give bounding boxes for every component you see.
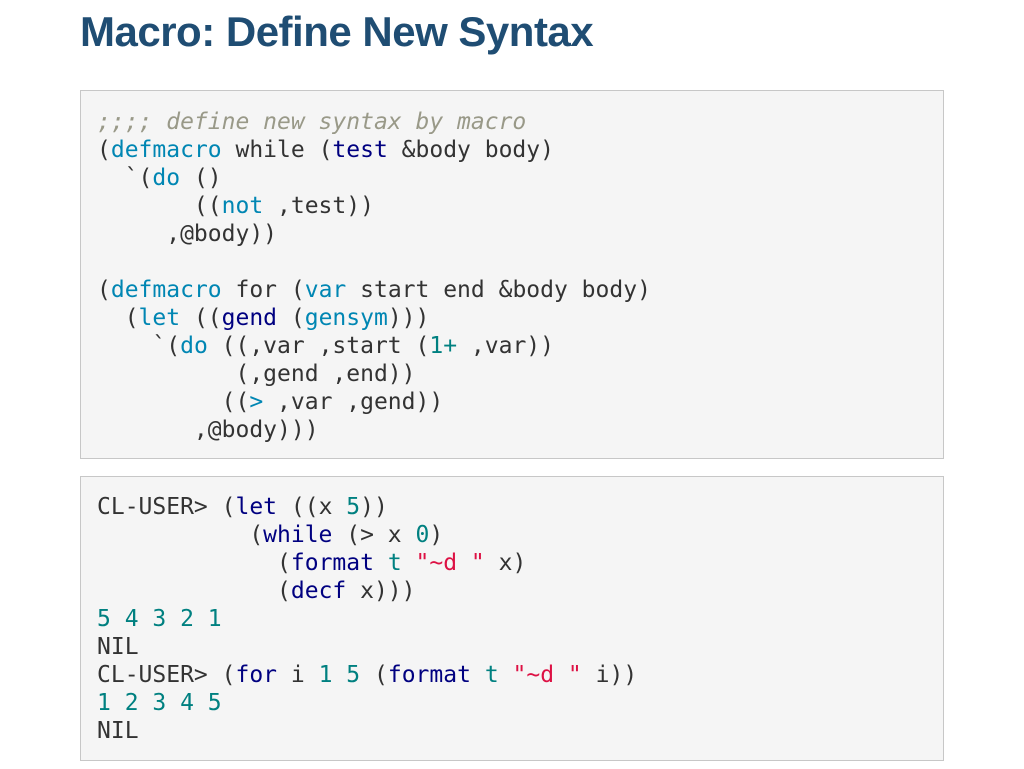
code-token: ( — [360, 662, 388, 688]
code-line: 1 2 3 4 5 — [97, 689, 637, 717]
code-token: ( — [97, 305, 139, 331]
code-token: i — [277, 662, 319, 688]
code-token: ,@body))) — [97, 417, 319, 443]
code-token: > — [249, 389, 264, 415]
code-token: gend — [221, 305, 278, 331]
code-token: x) — [484, 550, 527, 576]
code-line: (defmacro while (test &body body) — [97, 136, 651, 164]
code-token: ((,var ,start ( — [207, 333, 430, 359]
code-line: ((not ,test)) — [97, 192, 651, 220]
code-token: ( — [97, 277, 111, 303]
code-token: for — [235, 662, 278, 688]
repl-listing: CL-USER> (let ((x 5)) (while (> x 0) (fo… — [97, 493, 637, 745]
code-token: defmacro — [110, 277, 222, 303]
code-token: CL-USER> ( — [97, 494, 236, 520]
code-token: 1 — [318, 662, 333, 688]
code-token: (> x — [332, 522, 416, 548]
code-token: () — [180, 165, 222, 191]
code-token: ))) — [387, 305, 430, 331]
code-token: CL-USER> ( — [97, 662, 236, 688]
code-line: `(do () — [97, 164, 651, 192]
code-token: ((x — [277, 494, 347, 520]
code-token: decf — [290, 578, 347, 604]
code-token: "~d " — [512, 662, 582, 688]
code-token: ,@body)) — [97, 221, 278, 247]
code-token: 0 — [415, 522, 430, 548]
code-token: ,test)) — [263, 193, 374, 219]
code-token: not — [221, 193, 264, 219]
code-token: ( — [97, 578, 291, 604]
code-token: format — [387, 662, 471, 688]
code-line: (decf x))) — [97, 577, 637, 605]
code-token: ( — [277, 305, 305, 331]
code-token: ,var ,gend)) — [263, 389, 444, 415]
code-line: (defmacro for (var start end &body body) — [97, 276, 651, 304]
code-line: (format t "~d " x) — [97, 549, 637, 577]
code-token: do — [180, 333, 208, 359]
code-line: 5 4 3 2 1 — [97, 605, 637, 633]
code-token: ) — [429, 522, 444, 548]
code-token: ( — [97, 550, 291, 576]
code-line: `(do ((,var ,start (1+ ,var)) — [97, 332, 651, 360]
code-token: 1+ — [429, 333, 458, 359]
code-token: do — [152, 165, 181, 191]
code-line: (,gend ,end)) — [97, 360, 651, 388]
macro-definition-code-block: ;;;; define new syntax by macro (defmacro… — [80, 90, 944, 459]
code-token: i)) — [581, 662, 638, 688]
code-line: (let ((gend (gensym))) — [97, 304, 651, 332]
code-token: for ( — [221, 277, 305, 303]
code-line: CL-USER> (for i 1 5 (format t "~d " i)) — [97, 661, 637, 689]
code-token: gensym — [304, 305, 388, 331]
code-token: (,gend ,end)) — [97, 361, 416, 387]
code-line: CL-USER> (let ((x 5)) — [97, 493, 637, 521]
code-token: while — [263, 522, 333, 548]
code-token: `( — [97, 333, 181, 359]
code-line: ,@body))) — [97, 416, 651, 444]
code-token: ;;;; define new syntax by macro — [97, 109, 527, 135]
code-token: let — [235, 494, 278, 520]
code-token: ( — [97, 522, 264, 548]
code-token: 5 4 3 2 1 — [97, 606, 222, 632]
page-title: Macro: Define New Syntax — [80, 8, 594, 55]
code-token: NIL — [97, 718, 139, 744]
code-token: (( — [180, 305, 222, 331]
code-line: ((> ,var ,gend)) — [97, 388, 651, 416]
code-token: while ( — [221, 137, 333, 163]
code-token: (( — [97, 389, 250, 415]
code-token: ,var)) — [457, 333, 554, 359]
code-token: t — [387, 550, 402, 576]
code-token: start end &body body) — [346, 277, 651, 303]
code-token: 1 2 3 4 5 — [97, 690, 222, 716]
code-token: NIL — [97, 634, 139, 660]
code-line: NIL — [97, 633, 637, 661]
code-token: test — [332, 137, 388, 163]
code-token: `( — [97, 165, 153, 191]
code-line: ;;;; define new syntax by macro — [97, 108, 651, 136]
code-line: (while (> x 0) — [97, 521, 637, 549]
code-token: 5 — [346, 662, 361, 688]
code-token: let — [138, 305, 181, 331]
code-token: x))) — [346, 578, 416, 604]
code-token: &body body) — [387, 137, 554, 163]
code-token: "~d " — [415, 550, 485, 576]
code-listing: ;;;; define new syntax by macro (defmacro… — [97, 108, 651, 444]
code-token: 5 — [346, 494, 361, 520]
code-token: format — [290, 550, 374, 576]
repl-session-code-block: CL-USER> (let ((x 5)) (while (> x 0) (fo… — [80, 476, 944, 761]
code-token: )) — [360, 494, 388, 520]
code-token: defmacro — [110, 137, 222, 163]
code-token: t — [484, 662, 499, 688]
code-token: var — [304, 277, 347, 303]
code-line: ,@body)) — [97, 220, 651, 248]
code-token: ( — [97, 137, 111, 163]
code-token: (( — [97, 193, 222, 219]
code-line: NIL — [97, 717, 637, 745]
